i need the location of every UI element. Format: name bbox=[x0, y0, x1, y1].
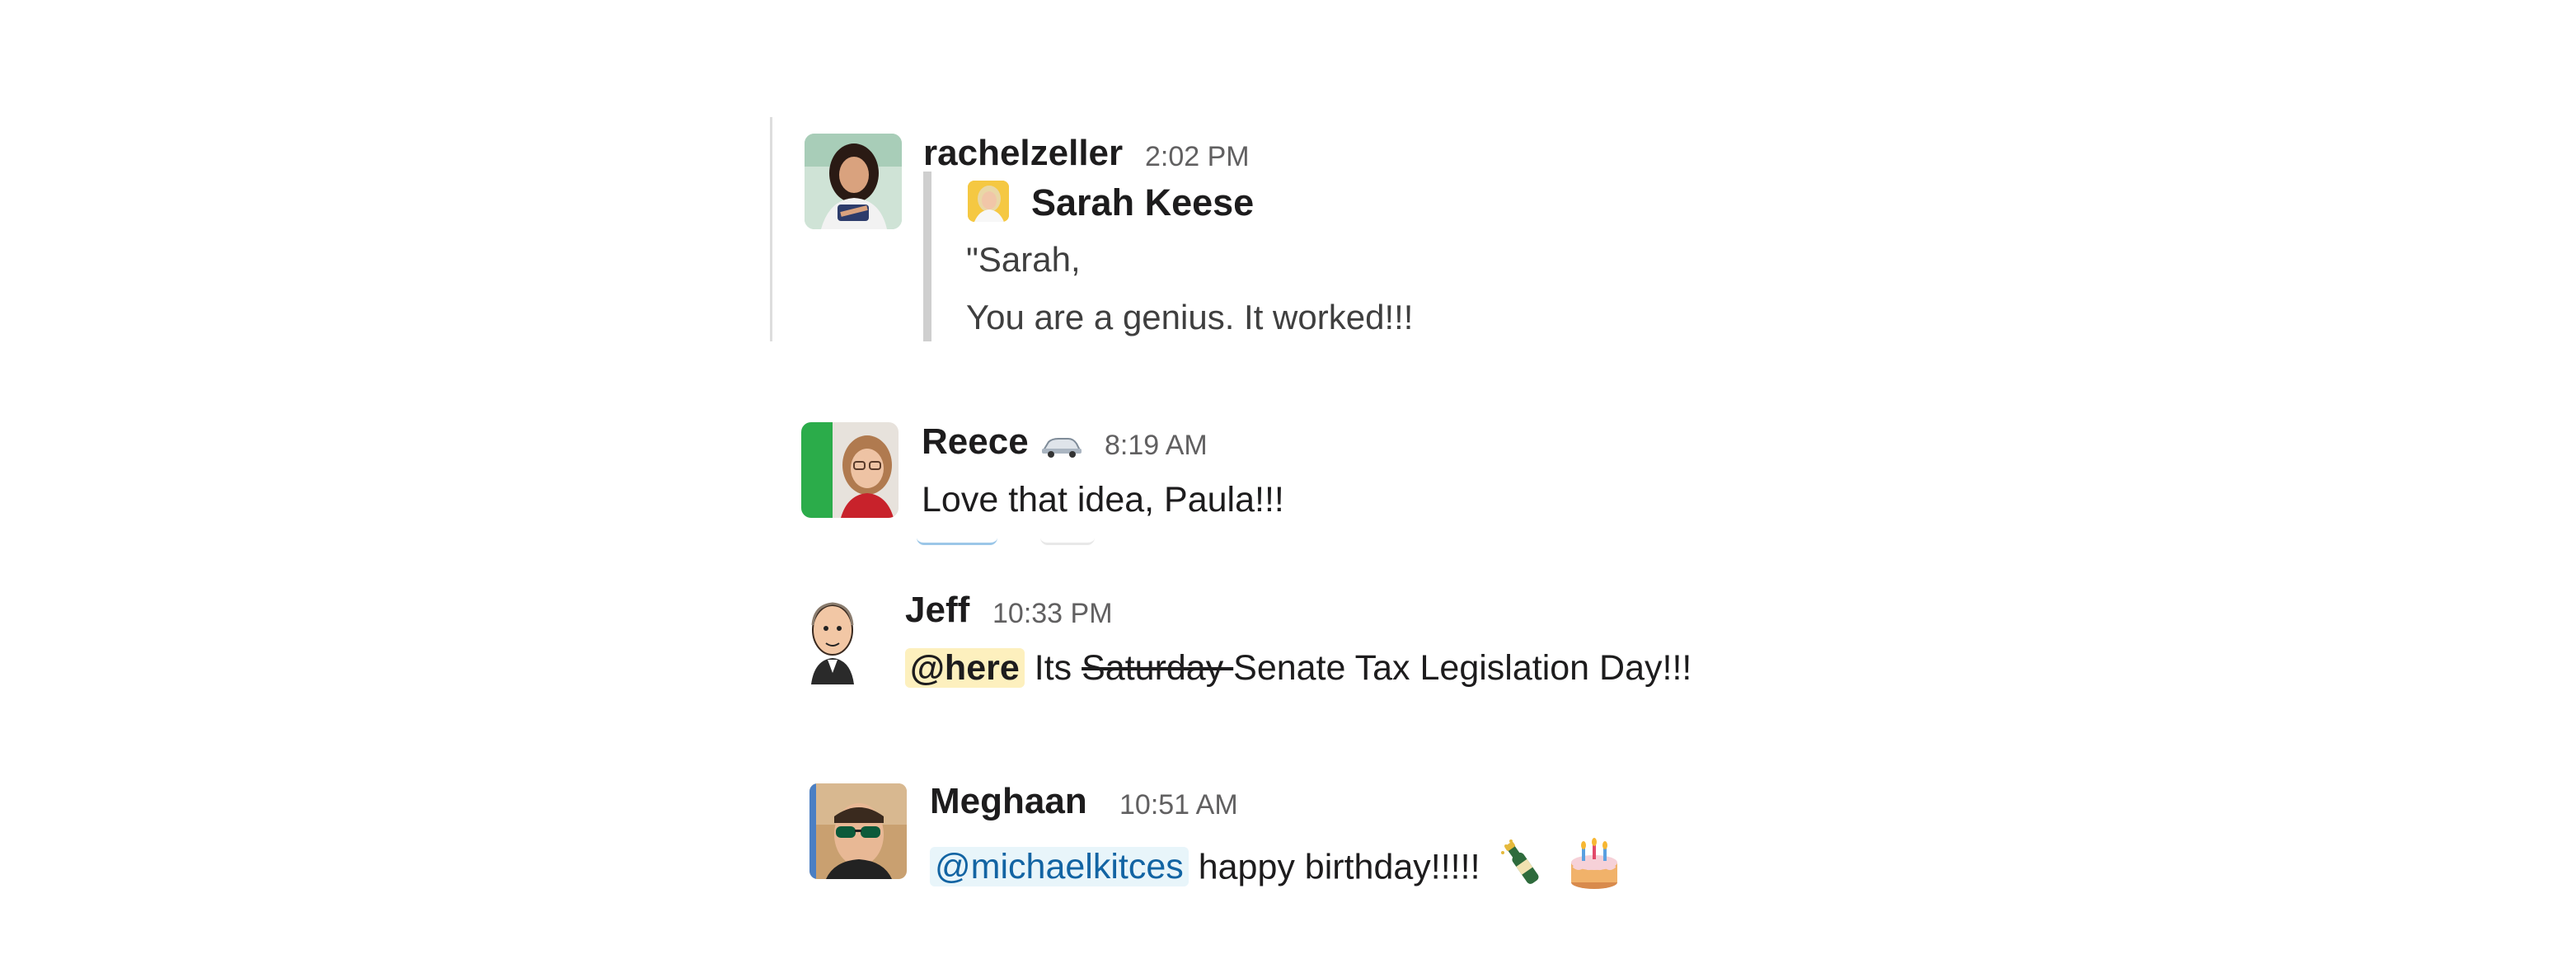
quote-author[interactable]: Sarah Keese bbox=[1031, 181, 1254, 224]
user-mention[interactable]: @michaelkitces bbox=[930, 847, 1189, 887]
avatar-rachelzeller[interactable] bbox=[805, 134, 902, 229]
avatar-sarah-keese[interactable] bbox=[968, 181, 1009, 222]
message-text-after: Senate Tax Legislation Day!!! bbox=[1233, 648, 1692, 688]
message-timestamp[interactable]: 8:19 AM bbox=[1105, 429, 1208, 462]
quote-bar bbox=[923, 172, 931, 341]
message-text-before: Its bbox=[1034, 648, 1082, 688]
champagne-emoji-icon[interactable] bbox=[1498, 838, 1547, 901]
message-text: @here Its Saturday Senate Tax Legislation… bbox=[905, 647, 1692, 689]
message-body: happy birthday!!!!! bbox=[1188, 847, 1480, 887]
car-emoji-icon bbox=[1040, 432, 1083, 463]
message-author[interactable]: Meghaan bbox=[930, 780, 1087, 823]
quote-line-1: "Sarah, bbox=[966, 240, 1081, 279]
avatar-jeff[interactable] bbox=[798, 594, 867, 684]
reaction-pill[interactable] bbox=[1040, 538, 1095, 545]
user-photo-icon bbox=[805, 134, 902, 229]
message-text: @michaelkitces happy birthday!!!!! bbox=[930, 838, 1621, 901]
message-author[interactable]: Jeff bbox=[905, 589, 969, 632]
thread-divider bbox=[770, 117, 772, 341]
user-photo-icon bbox=[968, 181, 1009, 222]
avatar-reece[interactable] bbox=[801, 422, 899, 518]
user-photo-icon bbox=[801, 422, 899, 518]
message-author[interactable]: rachelzeller bbox=[923, 132, 1123, 175]
reaction-pill[interactable] bbox=[917, 538, 997, 545]
quote-line-2: You are a genius. It worked!!! bbox=[966, 298, 1414, 336]
message-timestamp[interactable]: 2:02 PM bbox=[1145, 140, 1250, 173]
birthday-cake-emoji-icon[interactable] bbox=[1567, 838, 1621, 901]
avatar-meghaan[interactable] bbox=[809, 783, 907, 879]
message-timestamp[interactable]: 10:51 AM bbox=[1119, 788, 1238, 821]
message-text: Love that idea, Paula!!! bbox=[922, 480, 1284, 520]
strikethrough-text: Saturday bbox=[1082, 648, 1234, 688]
cartoon-avatar-icon bbox=[798, 594, 867, 684]
user-photo-icon bbox=[809, 783, 907, 879]
message-timestamp[interactable]: 10:33 PM bbox=[992, 597, 1113, 630]
message-author[interactable]: Reece bbox=[922, 421, 1029, 463]
here-mention[interactable]: @here bbox=[905, 648, 1025, 688]
